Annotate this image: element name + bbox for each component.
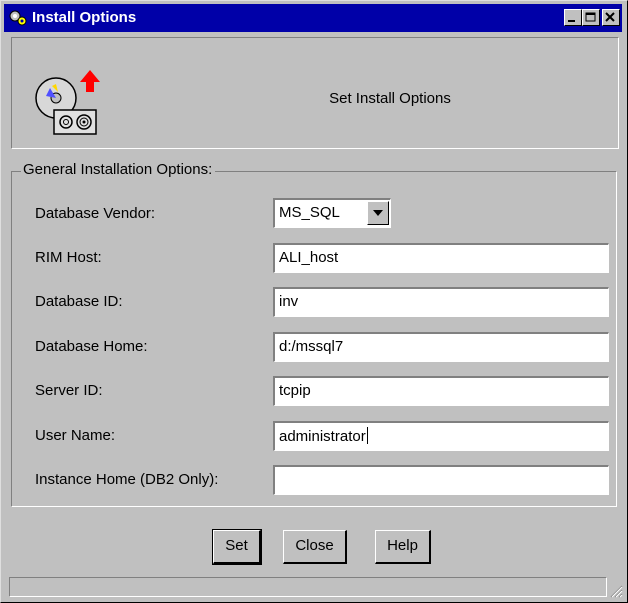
resize-grip-icon[interactable] <box>609 584 623 598</box>
database-vendor-value: MS_SQL <box>279 204 340 221</box>
chevron-down-icon[interactable] <box>367 201 389 225</box>
header-banner: Set Install Options <box>11 37 619 149</box>
group-label: General Installation Options: <box>21 161 216 178</box>
close-button[interactable]: Close <box>283 530 347 564</box>
database-home-field[interactable]: d:/mssql7 <box>273 332 609 362</box>
instance-home-label: Instance Home (DB2 Only): <box>35 471 219 488</box>
text-cursor <box>366 427 368 444</box>
instance-home-field[interactable] <box>273 465 609 495</box>
banner-title: Set Install Options <box>329 90 451 107</box>
database-vendor-label: Database Vendor: <box>35 205 156 222</box>
gear-app-icon[interactable] <box>8 8 28 28</box>
install-options-window: Install Options Set Install Options Gene… <box>0 0 628 603</box>
rim-host-label: RIM Host: <box>35 249 102 266</box>
user-name-field[interactable]: administrator <box>273 421 609 451</box>
rim-host-field[interactable]: ALI_host <box>273 243 609 273</box>
title-bar[interactable]: Install Options <box>4 4 622 32</box>
database-vendor-select[interactable]: MS_SQL <box>273 198 391 228</box>
minimize-icon[interactable] <box>564 9 582 26</box>
server-id-field[interactable]: tcpip <box>273 376 609 406</box>
database-id-field[interactable]: inv <box>273 287 609 317</box>
database-home-label: Database Home: <box>35 338 148 355</box>
maximize-icon[interactable] <box>582 9 600 26</box>
server-id-label: Server ID: <box>35 382 103 399</box>
user-name-value: administrator <box>279 428 366 445</box>
close-icon[interactable] <box>602 9 620 26</box>
window-title: Install Options <box>32 9 137 26</box>
user-name-label: User Name: <box>35 427 116 444</box>
status-bar <box>9 577 607 597</box>
help-button[interactable]: Help <box>375 530 431 564</box>
set-button[interactable]: Set <box>212 529 262 565</box>
database-id-label: Database ID: <box>35 293 123 310</box>
